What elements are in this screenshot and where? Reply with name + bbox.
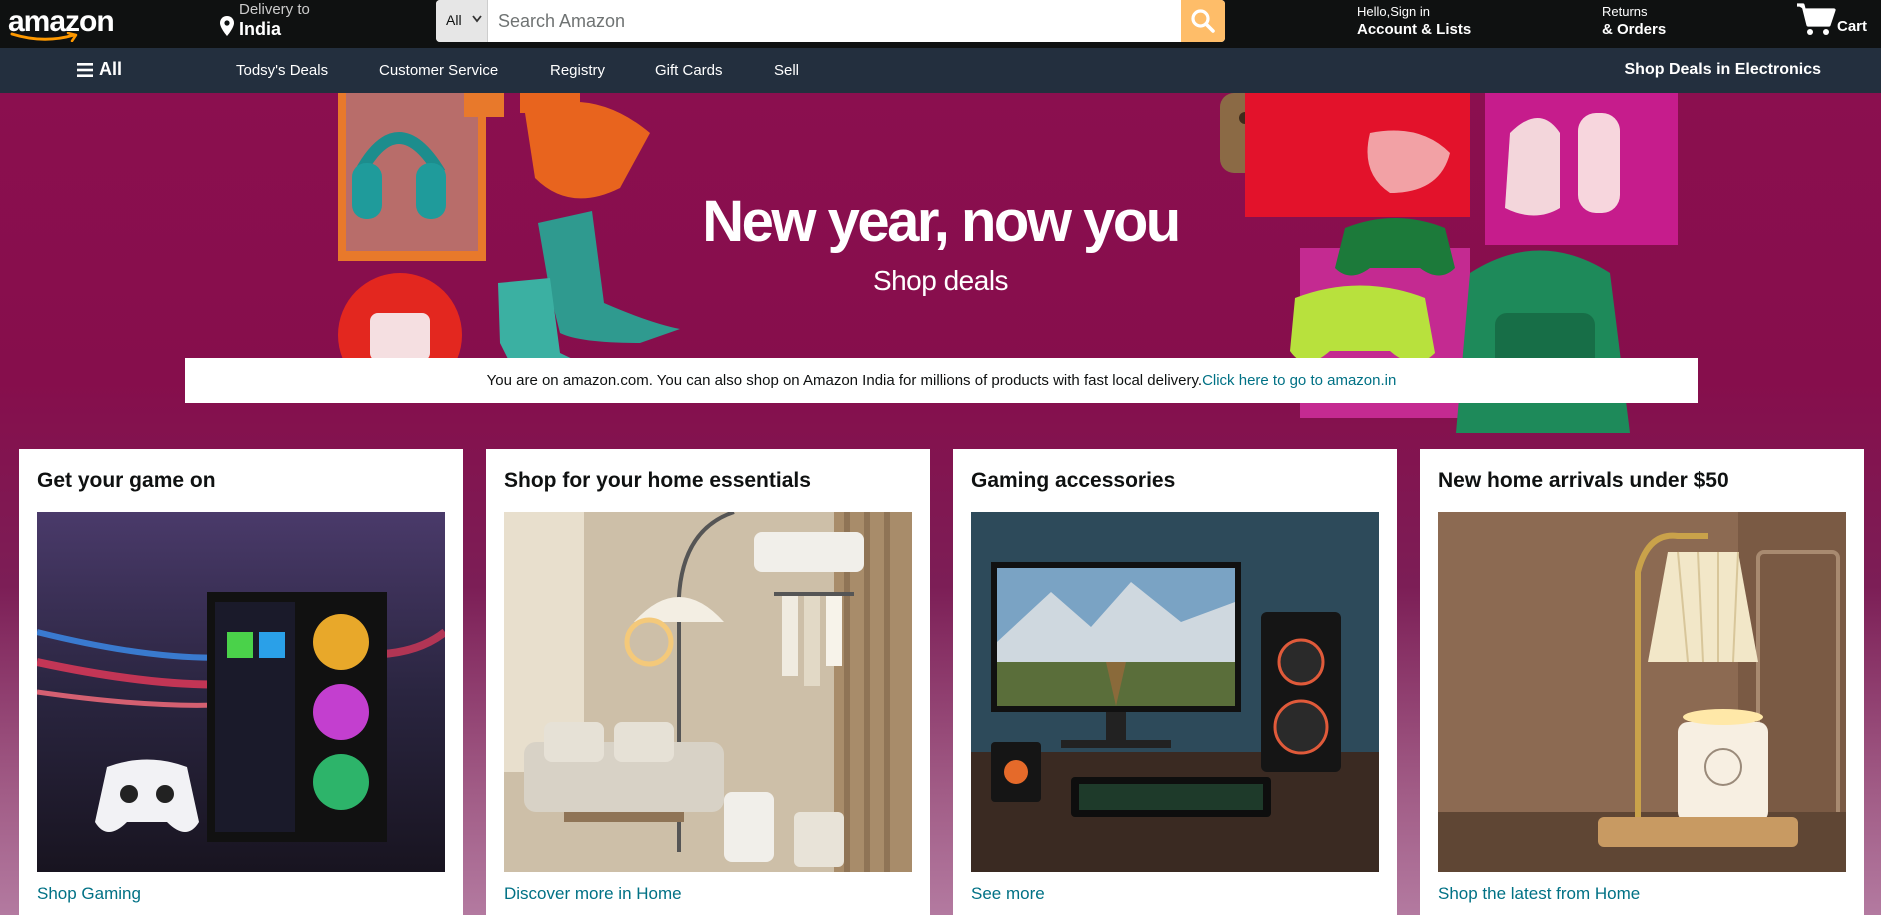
nav-item-todays-deals[interactable]: Todsy's Deals bbox=[236, 62, 328, 79]
account-lists[interactable]: Hello,Sign in Account & Lists bbox=[1357, 4, 1471, 38]
logo-smile-icon bbox=[10, 32, 78, 42]
all-menu-button[interactable]: All bbox=[77, 59, 122, 80]
amazon-in-link[interactable]: Click here to go to amazon.in bbox=[1202, 372, 1396, 389]
card-image-living-room[interactable] bbox=[504, 512, 912, 872]
hero-subtitle: Shop deals bbox=[872, 265, 1009, 296]
nav-item-registry[interactable]: Registry bbox=[550, 62, 605, 79]
card-title: Get your game on bbox=[37, 469, 216, 492]
search-button[interactable] bbox=[1181, 0, 1225, 42]
hero-banner[interactable]: New year, now you Shop deals You are on … bbox=[0, 93, 1881, 915]
card-image-gaming-pc[interactable] bbox=[37, 512, 445, 872]
nav-item-gift-cards[interactable]: Gift Cards bbox=[655, 62, 723, 79]
search-input[interactable] bbox=[488, 0, 1173, 42]
returns-orders[interactable]: Returns & Orders bbox=[1602, 4, 1666, 38]
locale-notice: You are on amazon.com. You can also shop… bbox=[185, 358, 1698, 403]
location-pin-icon bbox=[220, 16, 234, 36]
hero-title: New year, now you bbox=[702, 189, 1181, 254]
amazon-logo[interactable]: amazon bbox=[8, 2, 115, 44]
delivery-label: Delivery to bbox=[239, 1, 310, 18]
delivery-country: India bbox=[239, 19, 282, 39]
card-link[interactable]: See more bbox=[971, 884, 1045, 904]
search-category-select[interactable]: All bbox=[436, 0, 488, 42]
locale-notice-text: You are on amazon.com. You can also shop… bbox=[486, 372, 1203, 389]
nav-item-customer-service[interactable]: Customer Service bbox=[379, 62, 498, 79]
chevron-down-icon bbox=[472, 15, 482, 23]
card-title: Shop for your home essentials bbox=[504, 469, 811, 492]
card-title: New home arrivals under $50 bbox=[1438, 469, 1729, 492]
hamburger-menu-icon bbox=[77, 62, 93, 77]
nav-item-shop-deals-electronics[interactable]: Shop Deals in Electronics bbox=[1625, 61, 1822, 79]
card-link[interactable]: Discover more in Home bbox=[504, 884, 682, 904]
cart-icon bbox=[1797, 3, 1836, 35]
card-home-essentials: Shop for your home essentials Discover m… bbox=[486, 449, 930, 915]
all-menu-label: All bbox=[99, 59, 123, 79]
nav-item-sell[interactable]: Sell bbox=[774, 62, 799, 79]
cart-label: Cart bbox=[1837, 18, 1868, 35]
top-nav: amazon Delivery to India All Hell bbox=[0, 0, 1881, 48]
card-image-gaming-setup[interactable] bbox=[971, 512, 1379, 872]
card-link[interactable]: Shop the latest from Home bbox=[1438, 884, 1640, 904]
returns-label: Returns bbox=[1602, 4, 1648, 19]
card-home-arrivals: New home arrivals under $50 Shop the lat… bbox=[1420, 449, 1864, 915]
account-greeting: Hello,Sign in bbox=[1357, 4, 1430, 19]
card-link[interactable]: Shop Gaming bbox=[37, 884, 141, 904]
search-category-label: All bbox=[446, 12, 462, 28]
card-gaming: Get your game on Shop Gaming bbox=[19, 449, 463, 915]
card-gaming-accessories: Gaming accessories See more bbox=[953, 449, 1397, 915]
search-icon bbox=[1191, 9, 1215, 33]
sub-nav: All Todsy's Deals Customer Service Regis… bbox=[0, 48, 1881, 93]
search-bar: All bbox=[436, 0, 1225, 42]
orders-label: & Orders bbox=[1602, 21, 1667, 38]
account-label: Account & Lists bbox=[1357, 21, 1472, 38]
card-image-candle-lamp[interactable] bbox=[1438, 512, 1846, 872]
card-title: Gaming accessories bbox=[971, 469, 1176, 492]
